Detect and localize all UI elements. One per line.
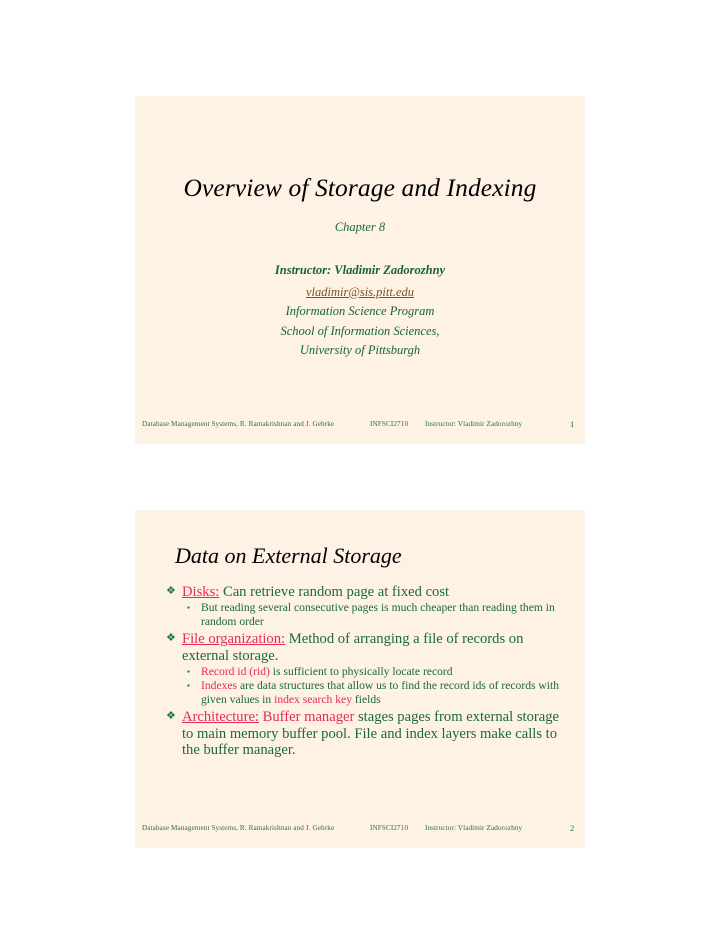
sub-bullet-text: is sufficient to physically locate recor… bbox=[269, 664, 453, 678]
sub-bullet-indexes: ▪ Indexes are data structures that allow… bbox=[165, 679, 567, 706]
footer-page-number: 2 bbox=[570, 823, 575, 833]
bullet-keyword-buffer-manager: Buffer manager bbox=[258, 709, 355, 726]
slide2-bullet-list: ❖ Disks: Can retrieve random page at fix… bbox=[165, 584, 567, 759]
footer-instructor: Instructor: Vladimir Zadorozhny bbox=[425, 824, 523, 832]
bullet-keyword-disks: Disks: bbox=[182, 584, 220, 600]
affiliation-line-program: Information Science Program bbox=[285, 304, 435, 318]
footer-source: Database Management Systems, R. Ramakris… bbox=[142, 420, 335, 428]
document-page: Overview of Storage and Indexing Chapter… bbox=[0, 0, 720, 945]
sub-bullet-text: But reading several consecutive pages is… bbox=[201, 601, 555, 628]
sub-bullet-keyword-indexes: Indexes bbox=[201, 679, 238, 693]
slide1-title: Overview of Storage and Indexing bbox=[183, 173, 537, 202]
bullet-item-disks: ❖ Disks: Can retrieve random page at fix… bbox=[165, 584, 567, 600]
square-bullet-icon: ▪ bbox=[187, 681, 190, 691]
slide2-footer: Database Management Systems, R. Ramakris… bbox=[142, 823, 578, 835]
slide1-chapter-label: Chapter 8 bbox=[334, 220, 386, 234]
instructor-email-link[interactable]: vladimir@sis.pitt.edu bbox=[135, 285, 585, 299]
slide-content[interactable]: Data on External Storage ❖ Disks: Can re… bbox=[135, 510, 585, 848]
footer-instructor: Instructor: Vladimir Zadorozhny bbox=[425, 420, 523, 428]
affiliation-line-university: University of Pittsburgh bbox=[299, 343, 421, 357]
slide2-title: Data on External Storage bbox=[175, 543, 402, 568]
bullet-text-disks: Can retrieve random page at fixed cost bbox=[219, 584, 450, 600]
square-bullet-icon: ▪ bbox=[187, 603, 190, 613]
instructor-name: Instructor: Vladimir Zadorozhny bbox=[274, 263, 446, 277]
diamond-bullet-icon: ❖ bbox=[166, 710, 176, 723]
footer-page-number: 1 bbox=[570, 419, 575, 429]
bullet-keyword-architecture: Architecture: bbox=[182, 709, 259, 726]
bullet-item-file-organization: ❖ File organization: Method of arranging… bbox=[165, 631, 567, 664]
diamond-bullet-icon: ❖ bbox=[166, 632, 176, 645]
sub-bullet-keyword-record-id: Record id (rid) bbox=[201, 664, 270, 678]
footer-source: Database Management Systems, R. Ramakris… bbox=[142, 824, 335, 832]
slide-title[interactable]: Overview of Storage and Indexing Chapter… bbox=[135, 96, 585, 444]
footer-course-code: INFSCI2710 bbox=[370, 420, 409, 428]
affiliation-line-school: School of Information Sciences, bbox=[280, 323, 440, 338]
sub-bullet-text-tail: fields bbox=[352, 692, 381, 706]
sub-bullet-keyword-index-search-key: index search key bbox=[274, 692, 352, 706]
footer-course-code: INFSCI2710 bbox=[370, 824, 409, 832]
sub-bullet-record-id: ▪ Record id (rid) is sufficient to physi… bbox=[165, 665, 567, 678]
sub-bullet-disks-1: ▪ But reading several consecutive pages … bbox=[165, 601, 567, 628]
diamond-bullet-icon: ❖ bbox=[166, 585, 176, 597]
bullet-keyword-file-organization: File organization: bbox=[182, 631, 286, 648]
slide1-instructor-block: Instructor: Vladimir Zadorozhny vladimir… bbox=[135, 264, 585, 364]
bullet-item-architecture: ❖ Architecture: Buffer manager stages pa… bbox=[165, 709, 567, 758]
square-bullet-icon: ▪ bbox=[187, 666, 190, 676]
slide1-footer: Database Management Systems, R. Ramakris… bbox=[142, 419, 578, 431]
